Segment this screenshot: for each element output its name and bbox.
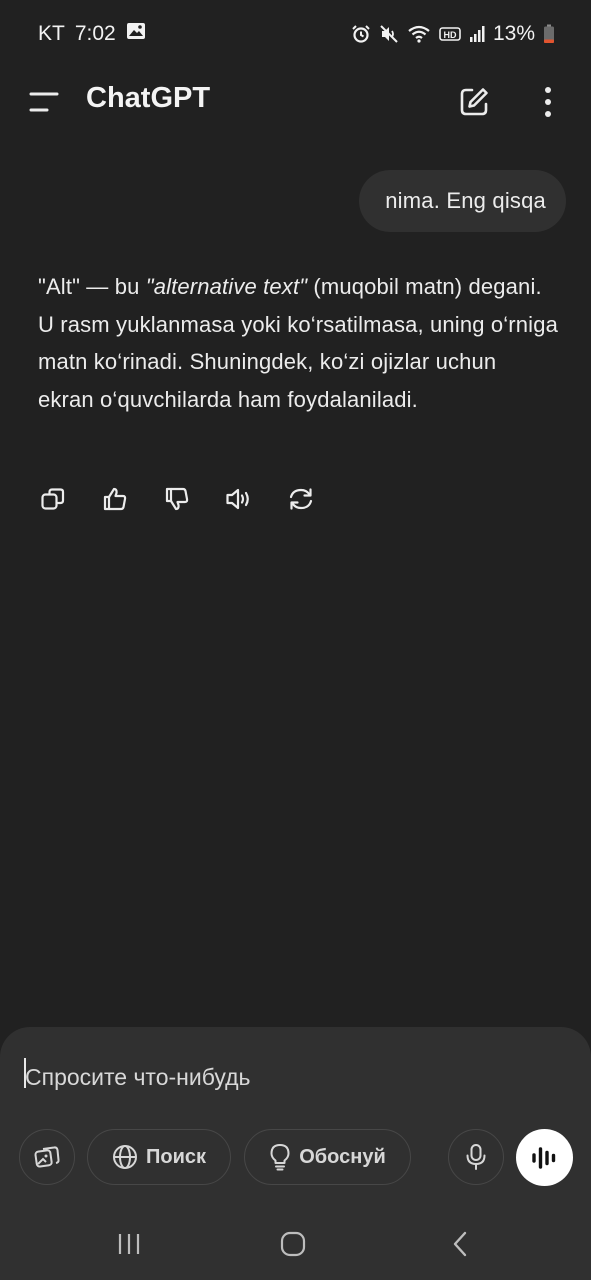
- home-button[interactable]: [268, 1224, 318, 1264]
- reason-chip-label: Обоснуй: [299, 1145, 386, 1168]
- status-left: KT 7:02: [38, 22, 146, 46]
- battery-percent: 13%: [492, 22, 535, 45]
- assistant-text-start: "Alt" — bu: [38, 274, 146, 299]
- recent-apps-icon: [118, 1234, 140, 1254]
- reason-chip[interactable]: Обоснуй: [244, 1129, 411, 1185]
- search-chip[interactable]: Поиск: [87, 1129, 231, 1185]
- assistant-message: "Alt" — bu "alternative text" (muqobil m…: [38, 268, 558, 418]
- attach-image-icon: [34, 1146, 60, 1168]
- thumbs-up-icon: [103, 487, 127, 511]
- back-icon: [453, 1231, 467, 1257]
- recent-apps-button[interactable]: [104, 1224, 154, 1264]
- message-actions: [34, 480, 344, 518]
- alarm-icon: [351, 24, 371, 44]
- menu-button[interactable]: [22, 82, 66, 122]
- read-aloud-button[interactable]: [220, 480, 258, 518]
- dictate-button[interactable]: [448, 1129, 504, 1185]
- prompt-input[interactable]: [25, 1057, 545, 1097]
- back-button[interactable]: [435, 1224, 485, 1264]
- menu-icon: [29, 92, 59, 112]
- regenerate-button[interactable]: [282, 480, 320, 518]
- globe-icon: [112, 1145, 137, 1169]
- wifi-icon: [407, 24, 431, 44]
- text-caret: [24, 1058, 26, 1088]
- system-nav-bar: [0, 1210, 591, 1280]
- mute-icon: [379, 24, 399, 44]
- thumbs-down-icon: [165, 487, 189, 511]
- home-icon: [280, 1231, 306, 1257]
- mic-icon: [466, 1144, 486, 1170]
- voice-mode-button[interactable]: [516, 1129, 573, 1186]
- voice-waveform-icon: [531, 1146, 555, 1169]
- battery-icon: [543, 24, 555, 44]
- read-aloud-icon: [226, 488, 249, 510]
- copy-button[interactable]: [34, 480, 72, 518]
- more-vert-icon: [545, 87, 551, 117]
- user-message-bubble: nima. Eng qisqa: [359, 170, 566, 232]
- hd-icon: HD: [439, 25, 461, 43]
- app-bar: ChatGPT: [0, 68, 591, 136]
- copy-icon: [41, 488, 65, 510]
- gallery-icon: [126, 22, 146, 46]
- lightbulb-icon: [270, 1144, 290, 1171]
- composer-toolbar: Поиск Обоснуй: [0, 1129, 591, 1186]
- new-chat-icon: [460, 88, 488, 116]
- chatgpt-screen: KT 7:02 HD 13% ChatGPT nima. Eng qisqa "…: [0, 0, 591, 1280]
- user-message-text: nima. Eng qisqa: [385, 188, 546, 213]
- status-bar: KT 7:02 HD 13%: [0, 0, 591, 68]
- more-options-button[interactable]: [528, 80, 568, 124]
- carrier-label: KT: [38, 22, 65, 45]
- thumbs-up-button[interactable]: [96, 480, 134, 518]
- signal-icon: [469, 25, 485, 43]
- search-chip-label: Поиск: [145, 1145, 207, 1168]
- attach-image-button[interactable]: [19, 1129, 75, 1185]
- status-right: HD 13%: [351, 22, 555, 46]
- regenerate-icon: [289, 488, 313, 510]
- app-title: ChatGPT: [86, 82, 211, 114]
- new-chat-button[interactable]: [452, 80, 496, 124]
- assistant-text-italic: "alternative text": [145, 274, 308, 299]
- thumbs-down-button[interactable]: [158, 480, 196, 518]
- clock: 7:02: [74, 22, 116, 45]
- svg-text:HD: HD: [443, 30, 456, 40]
